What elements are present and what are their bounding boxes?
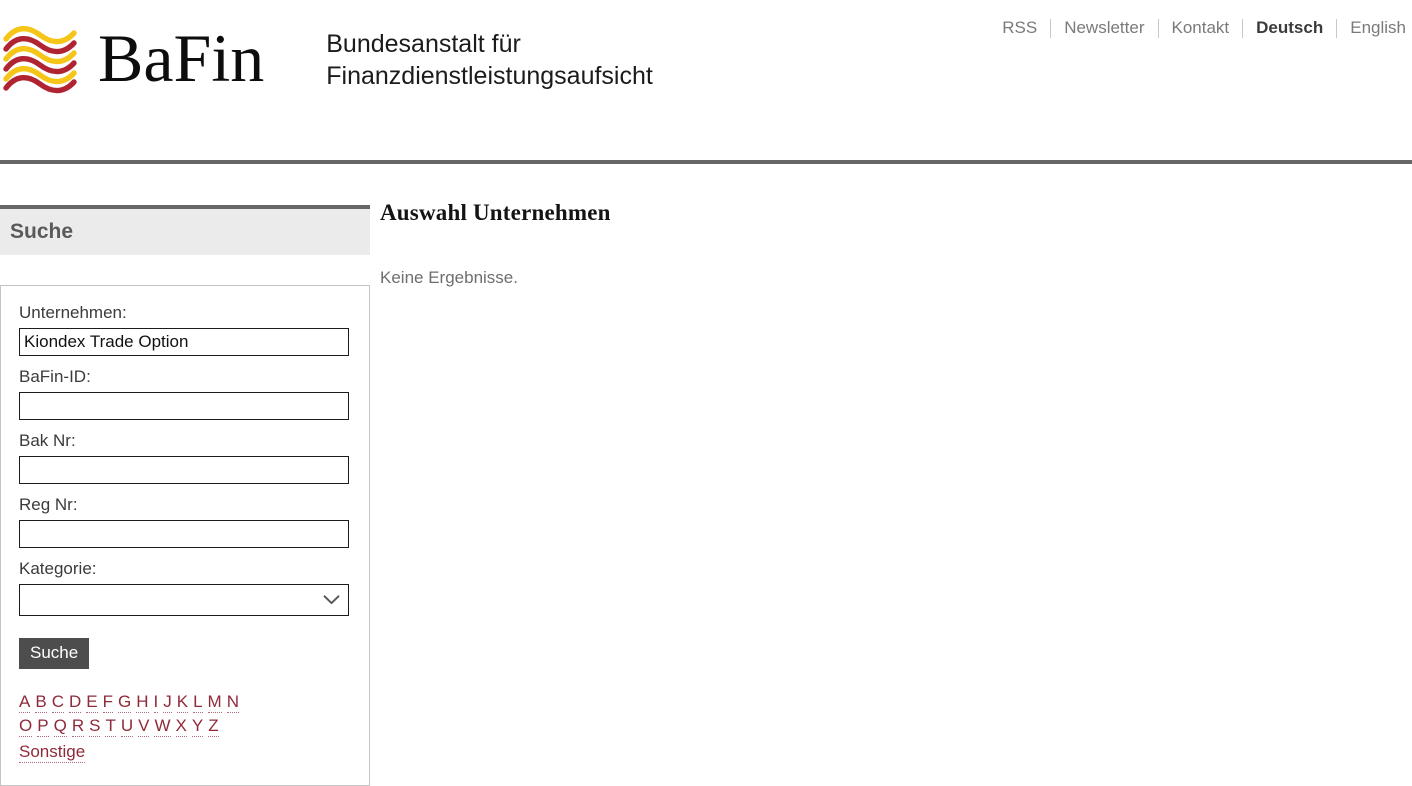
alpha-link-d[interactable]: D — [68, 691, 82, 713]
top-navigation: RSS Newsletter Kontakt Deutsch English — [989, 17, 1406, 39]
alphabet-row-1: ABCDEFGHIJKLMN — [19, 691, 351, 715]
bafin-wordmark: BaFin — [98, 20, 265, 96]
alpha-link-r[interactable]: R — [71, 715, 85, 737]
alphabet-index: ABCDEFGHIJKLMN OPQRSTUVWXYZ Sonstige — [19, 691, 351, 765]
agency-subtitle-line1: Bundesanstalt für — [326, 30, 521, 58]
alpha-link-h[interactable]: H — [136, 691, 149, 713]
reg-nr-input[interactable] — [19, 520, 349, 548]
alpha-link-b[interactable]: B — [35, 691, 47, 713]
alpha-link-l[interactable]: L — [193, 691, 203, 713]
alpha-link-e[interactable]: E — [86, 691, 98, 713]
alpha-link-q[interactable]: Q — [53, 715, 67, 737]
topnav-link-rss[interactable]: RSS — [989, 17, 1050, 39]
kategorie-select-wrapper — [19, 584, 349, 616]
bak-nr-input[interactable] — [19, 456, 349, 484]
brand-lockup[interactable]: BaFin Bundesanstalt für Finanzdienstleis… — [0, 14, 653, 94]
page-title: Auswahl Unternehmen — [380, 200, 611, 225]
label-bak-nr: Bak Nr: — [19, 431, 76, 450]
alpha-link-p[interactable]: P — [37, 715, 49, 737]
alpha-link-z[interactable]: Z — [208, 715, 219, 737]
bafin-id-input[interactable] — [19, 392, 349, 420]
topnav-link-newsletter[interactable]: Newsletter — [1051, 17, 1157, 39]
alpha-link-y[interactable]: Y — [191, 715, 204, 737]
alpha-link-j[interactable]: J — [163, 691, 172, 713]
sidebar-heading: Suche — [10, 220, 74, 243]
label-kategorie: Kategorie: — [19, 559, 97, 578]
empty-results-message: Keine Ergebnisse. — [380, 268, 518, 287]
agency-subtitle: Bundesanstalt für Finanzdienstleistungsa… — [326, 28, 653, 92]
unternehmen-input[interactable] — [19, 328, 349, 356]
company-search-form: Unternehmen: BaFin-ID: Bak Nr: Reg Nr: K… — [0, 285, 370, 786]
site-header: BaFin Bundesanstalt für Finanzdienstleis… — [0, 0, 1412, 164]
alpha-link-m[interactable]: M — [207, 691, 222, 713]
alpha-link-f[interactable]: F — [102, 691, 113, 713]
search-submit-button[interactable]: Suche — [19, 638, 90, 669]
agency-subtitle-line2: Finanzdienstleistungsaufsicht — [326, 62, 653, 90]
alpha-link-v[interactable]: V — [138, 715, 150, 737]
alpha-link-t[interactable]: T — [105, 715, 116, 737]
alpha-link-x[interactable]: X — [175, 715, 187, 737]
header-divider — [0, 160, 1412, 164]
alpha-link-w[interactable]: W — [154, 715, 171, 737]
kategorie-select[interactable] — [19, 584, 349, 616]
search-sidebar: Suche Unternehmen: BaFin-ID: Bak Nr: Reg… — [0, 205, 370, 786]
alpha-link-i[interactable]: I — [153, 691, 159, 713]
alpha-link-k[interactable]: K — [176, 691, 189, 713]
bafin-waves-logo-icon — [3, 26, 77, 94]
alpha-link-s[interactable]: S — [89, 715, 101, 737]
label-reg-nr: Reg Nr: — [19, 495, 78, 514]
alpha-link-g[interactable]: G — [117, 691, 132, 713]
label-unternehmen: Unternehmen: — [19, 303, 127, 322]
label-bafin-id: BaFin-ID: — [19, 367, 91, 386]
alpha-link-o[interactable]: O — [19, 715, 33, 737]
topnav-link-kontakt[interactable]: Kontakt — [1159, 17, 1243, 39]
topnav-link-deutsch[interactable]: Deutsch — [1243, 17, 1336, 39]
alpha-link-a[interactable]: A — [19, 691, 31, 713]
topnav-link-english[interactable]: English — [1337, 17, 1406, 39]
alpha-link-u[interactable]: U — [120, 715, 134, 737]
alpha-link-n[interactable]: N — [226, 691, 239, 713]
sidebar-header: Suche — [0, 205, 370, 255]
main-content: Auswahl Unternehmen Keine Ergebnisse. — [380, 199, 1380, 289]
alpha-link-c[interactable]: C — [51, 691, 64, 713]
alphabet-row-2: OPQRSTUVWXYZ — [19, 715, 351, 739]
alpha-link-sonstige[interactable]: Sonstige — [19, 741, 86, 763]
